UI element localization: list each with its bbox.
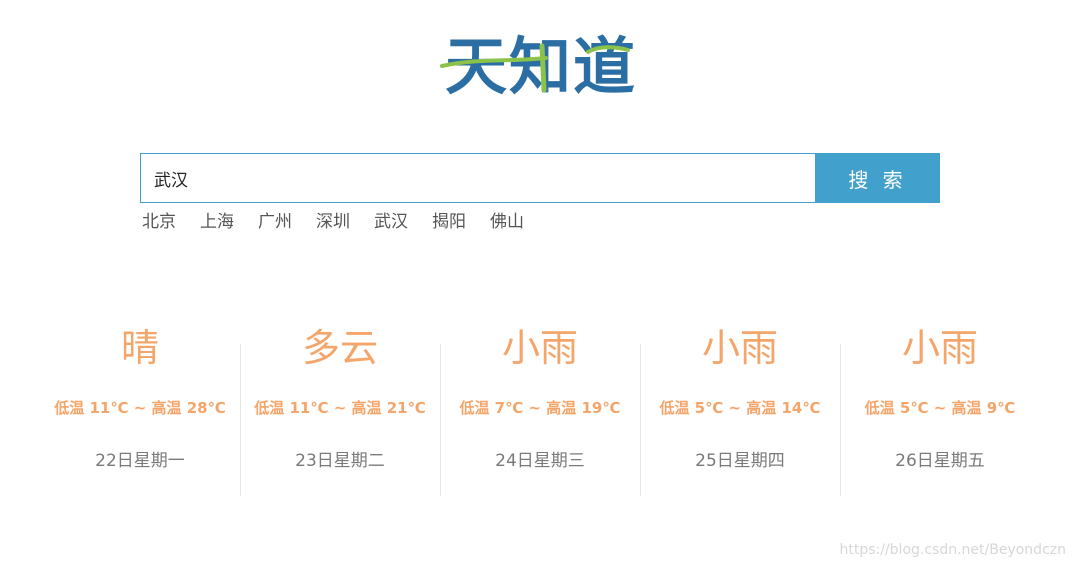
weather-type: 晴 (120, 326, 159, 370)
forecast-date: 25日星期四 (695, 451, 785, 471)
forecast-date: 23日星期二 (295, 451, 385, 471)
search-bar: 搜 索 (140, 153, 940, 203)
temperature-range: 低温 5℃ ~ 高温 9℃ (864, 399, 1016, 417)
logo-swoosh-icon (440, 43, 630, 93)
city-link-foshan[interactable]: 佛山 (490, 209, 524, 235)
weather-type: 小雨 (501, 326, 578, 370)
forecast-date: 24日星期三 (495, 451, 585, 471)
watermark: https://blog.csdn.net/Beyondczn (839, 542, 1066, 558)
city-search-input[interactable] (140, 153, 815, 203)
city-link-guangzhou[interactable]: 广州 (258, 209, 292, 235)
temperature-range: 低温 5℃ ~ 高温 14℃ (659, 399, 821, 417)
hot-city-links: 北京 上海 广州 深圳 武汉 揭阳 佛山 (142, 209, 548, 235)
forecast-date: 22日星期一 (95, 451, 185, 471)
temperature-range: 低温 11℃ ~ 高温 21℃ (254, 399, 426, 417)
weather-type: 小雨 (901, 326, 978, 370)
search-button[interactable]: 搜 索 (815, 153, 940, 203)
temperature-range: 低温 11℃ ~ 高温 28℃ (54, 399, 226, 417)
forecast-day: 小雨 低温 7℃ ~ 高温 19℃ 24日星期三 (440, 320, 640, 500)
forecast-day: 小雨 低温 5℃ ~ 高温 9℃ 26日星期五 (840, 320, 1040, 500)
city-link-beijing[interactable]: 北京 (142, 209, 176, 235)
city-link-shenzhen[interactable]: 深圳 (316, 209, 350, 235)
city-link-jieyang[interactable]: 揭阳 (432, 209, 466, 235)
weather-type: 多云 (301, 326, 378, 370)
forecast-day: 多云 低温 11℃ ~ 高温 21℃ 23日星期二 (240, 320, 440, 500)
weather-app: 天知道 搜 索 北京 上海 广州 深圳 武汉 揭阳 佛山 晴 低温 11℃ ~ … (0, 0, 1074, 567)
forecast-list: 晴 低温 11℃ ~ 高温 28℃ 22日星期一 多云 低温 11℃ ~ 高温 … (40, 320, 1040, 500)
city-link-wuhan[interactable]: 武汉 (374, 209, 408, 235)
app-logo: 天知道 (438, 28, 644, 108)
forecast-day: 小雨 低温 5℃ ~ 高温 14℃ 25日星期四 (640, 320, 840, 500)
temperature-range: 低温 7℃ ~ 高温 19℃ (459, 399, 621, 417)
forecast-day: 晴 低温 11℃ ~ 高温 28℃ 22日星期一 (40, 320, 240, 500)
forecast-date: 26日星期五 (895, 451, 985, 471)
weather-type: 小雨 (701, 326, 778, 370)
city-link-shanghai[interactable]: 上海 (200, 209, 234, 235)
